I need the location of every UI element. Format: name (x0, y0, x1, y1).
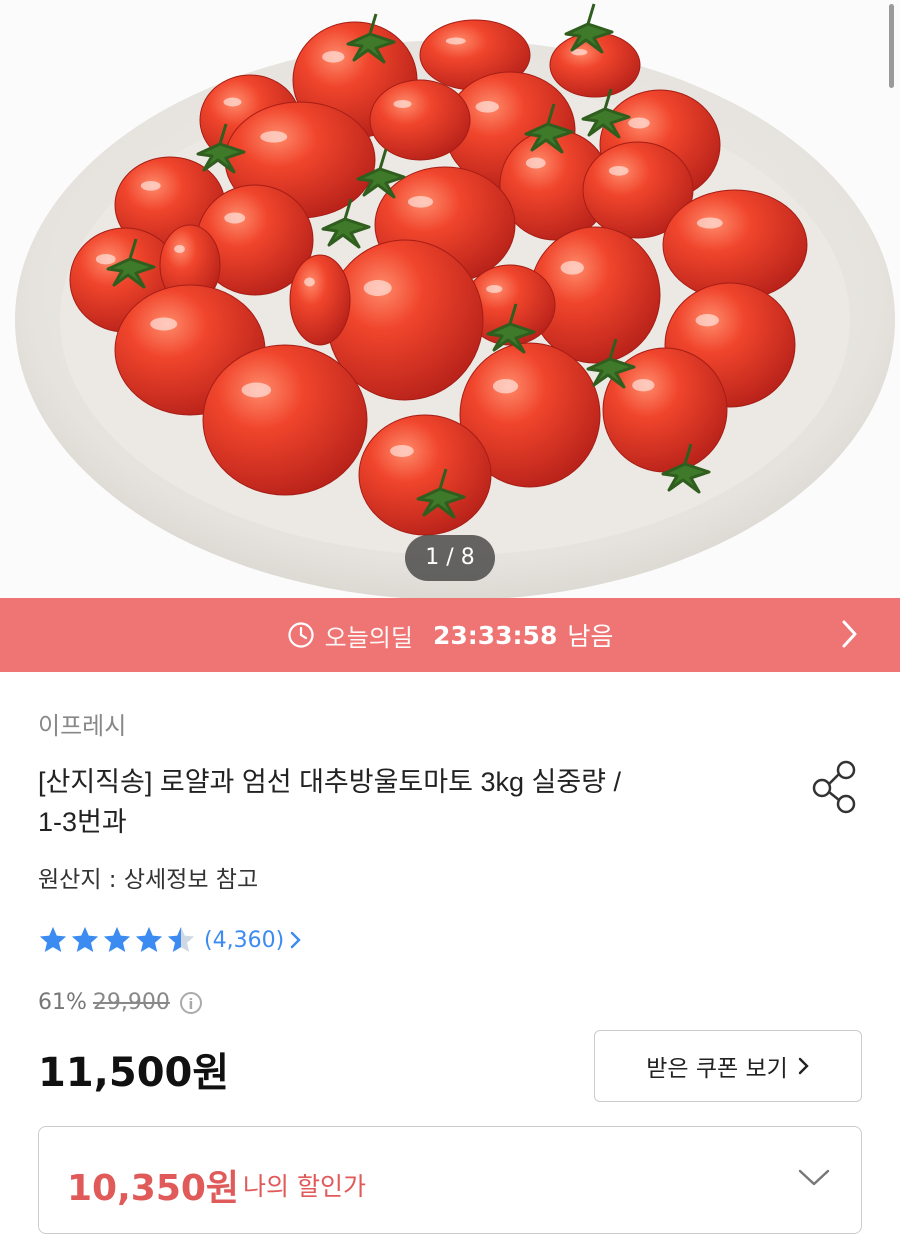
tomato-highlight (174, 245, 185, 253)
tomato-highlight (695, 314, 719, 327)
tomato-highlight (486, 285, 503, 293)
tomato-highlight (492, 379, 519, 394)
share-icon[interactable] (808, 758, 862, 818)
tomato (369, 79, 471, 161)
tomato-highlight (223, 97, 242, 107)
star-icon (103, 926, 131, 952)
tomato (289, 254, 351, 346)
original-price: 29,900 (92, 990, 170, 1015)
tomato-highlight (560, 261, 584, 275)
my-discount-price: 10,350원 (67, 1168, 240, 1209)
tomato-highlight (95, 254, 116, 265)
chevron-right-icon (842, 620, 857, 648)
tomato-highlight (632, 379, 655, 392)
tomato-highlight (390, 445, 414, 457)
star-icon (71, 926, 99, 952)
discount-rate: 61% (38, 990, 87, 1015)
star-icon (135, 926, 163, 952)
chevron-right-icon (798, 1057, 809, 1075)
tomato-highlight (407, 196, 434, 208)
tomato-highlight (322, 51, 345, 63)
tomato-highlight (475, 101, 499, 113)
my-discount-price-dropdown[interactable]: 10,350원 나의 할인가 (38, 1126, 862, 1234)
todays-deal-bar[interactable]: 오늘의딜 23:33:58 남음 (0, 598, 900, 672)
tomato-highlight (445, 37, 466, 45)
tomato-highlight (363, 280, 392, 296)
tomato-highlight (224, 212, 246, 224)
tomato-highlight (696, 217, 723, 229)
tomato-highlight (241, 382, 272, 398)
tomato-highlight (393, 100, 412, 108)
product-image[interactable]: 1 / 8 (0, 0, 900, 598)
clock-icon (288, 622, 314, 648)
deal-countdown: 23:33:58 (432, 620, 558, 650)
tomato-highlight (525, 157, 546, 169)
product-title-line2: 1-3번과 (38, 807, 127, 837)
image-counter: 1 / 8 (405, 535, 495, 581)
tomato-plate-image (0, 0, 900, 598)
rating-summary[interactable]: (4,360) (38, 925, 302, 955)
star-icon (167, 926, 195, 952)
product-title-line1: [산지직송] 로얄과 엄선 대추방울토마토 3kg 실중량 / (38, 767, 622, 797)
star-rating (38, 925, 196, 955)
seller-name[interactable]: 이프레시 (38, 706, 126, 741)
scrollbar[interactable] (889, 4, 894, 88)
star-icon (39, 926, 67, 952)
tomato-highlight (260, 131, 288, 143)
tomato-highlight (628, 117, 650, 129)
tomato-highlight (304, 277, 315, 287)
tomato-highlight (140, 181, 161, 191)
deal-label: 오늘의딜 (324, 623, 413, 652)
sale-price: 11,500원 (38, 1050, 230, 1096)
review-count[interactable]: (4,360) (204, 928, 284, 953)
tomato (358, 414, 492, 536)
info-icon[interactable]: i (179, 991, 202, 1014)
deal-remaining: 남음 (567, 622, 614, 651)
tomato (202, 344, 368, 496)
chevron-right-icon (290, 931, 301, 949)
view-coupons-button[interactable]: 받은 쿠폰 보기 (594, 1030, 862, 1102)
tomato-highlight (150, 317, 178, 331)
product-title: [산지직송] 로얄과 엄선 대추방울토마토 3kg 실중량 / 1-3번과 (38, 762, 778, 842)
view-coupons-label: 받은 쿠폰 보기 (646, 1056, 788, 1082)
my-discount-label: 나의 할인가 (243, 1172, 366, 1201)
tomato-highlight (608, 166, 629, 176)
chevron-down-icon (798, 1169, 830, 1186)
origin-info: 원산지 : 상세정보 참고 (38, 867, 259, 893)
discount-row: 61% 29,900 i (38, 990, 202, 1015)
